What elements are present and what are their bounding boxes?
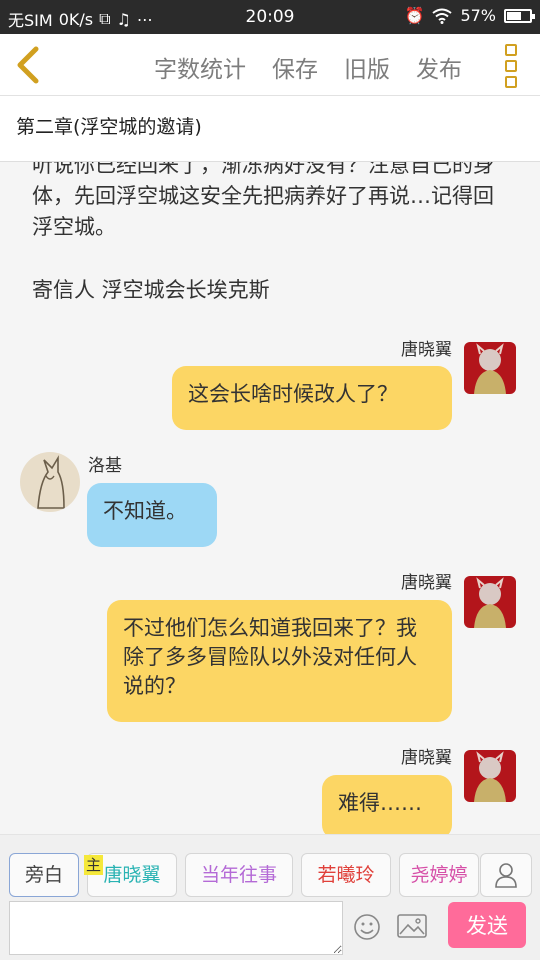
- emoji-button[interactable]: [352, 912, 382, 942]
- publish-button[interactable]: 发布: [416, 50, 462, 84]
- character-manage-button[interactable]: [480, 853, 532, 897]
- save-button[interactable]: 保存: [272, 50, 318, 84]
- old-version-button[interactable]: 旧版: [344, 50, 390, 84]
- word-count-button[interactable]: 字数统计: [154, 50, 246, 84]
- person-icon: [495, 863, 517, 888]
- avatar-tang[interactable]: [464, 750, 516, 802]
- avatar-image: [474, 577, 506, 628]
- narrator-chip[interactable]: 旁白: [9, 853, 79, 897]
- message-bubble[interactable]: 不知道。: [87, 483, 217, 547]
- status-right: ⏰ 57%: [404, 6, 535, 25]
- message-bubble[interactable]: 难得……: [322, 775, 452, 834]
- toolbar-actions: 字数统计 保存 旧版 发布: [154, 50, 462, 84]
- avatar-tang[interactable]: [464, 342, 516, 394]
- avatar-image: [37, 455, 65, 509]
- top-toolbar: 字数统计 保存 旧版 发布: [0, 34, 540, 96]
- chat-content[interactable]: 听说你已经回来了，渐冻病好没有？注意自己的身体，先回浮空城这安全先把病养好了再说…: [0, 162, 540, 834]
- character-bar: 旁白 唐晓翼 主 当年往事 若曦玲 尧婷婷: [0, 834, 540, 898]
- wifi-icon: [432, 8, 453, 24]
- speaker-name: 唐晓翼: [401, 340, 452, 360]
- message-input[interactable]: [9, 901, 343, 955]
- battery-percent: 57%: [460, 6, 496, 25]
- narration-signature: 寄信人 浮空城会长埃克斯: [32, 278, 270, 302]
- send-button[interactable]: 发送: [448, 902, 526, 948]
- more-vertical-icon[interactable]: [502, 44, 520, 88]
- image-icon: [397, 914, 427, 938]
- speaker-name: 洛基: [88, 456, 122, 476]
- image-button[interactable]: [396, 912, 428, 940]
- alarm-icon: ⏰: [404, 6, 425, 25]
- character-chip[interactable]: 尧婷婷: [399, 853, 479, 897]
- speaker-name: 唐晓翼: [401, 573, 452, 593]
- main-character-badge: 主: [84, 855, 104, 875]
- narration-block: 听说你已经回来了，渐冻病好没有？注意自己的身体，先回浮空城这安全先把病养好了再说…: [32, 162, 512, 306]
- chevron-left-icon: [17, 46, 39, 84]
- message-bubble[interactable]: 不过他们怎么知道我回来了？我除了多多冒险队以外没对任何人说的？: [107, 600, 452, 722]
- character-chip[interactable]: 当年往事: [185, 853, 293, 897]
- message-bubble[interactable]: 这会长啥时候改人了？: [172, 366, 452, 430]
- avatar-image: [474, 751, 506, 802]
- avatar-image: [474, 343, 506, 394]
- character-chip[interactable]: 若曦玲: [301, 853, 391, 897]
- avatar-tang[interactable]: [464, 576, 516, 628]
- smiley-icon: [354, 914, 380, 940]
- input-bar: 发送: [0, 898, 540, 960]
- status-bar: 无SIM 0K/s ⧉ ♫ ⋯ 20:09 ⏰ 57%: [0, 0, 540, 34]
- speaker-name: 唐晓翼: [401, 748, 452, 768]
- avatar-luoji[interactable]: [20, 452, 80, 512]
- chapter-title[interactable]: 第二章(浮空城的邀请): [0, 96, 540, 162]
- narration-text: 听说你已经回来了，渐冻病好没有？注意自己的身体，先回浮空城这安全先把病养好了再说…: [32, 162, 494, 239]
- battery-icon: [504, 8, 535, 23]
- back-button[interactable]: [10, 44, 50, 86]
